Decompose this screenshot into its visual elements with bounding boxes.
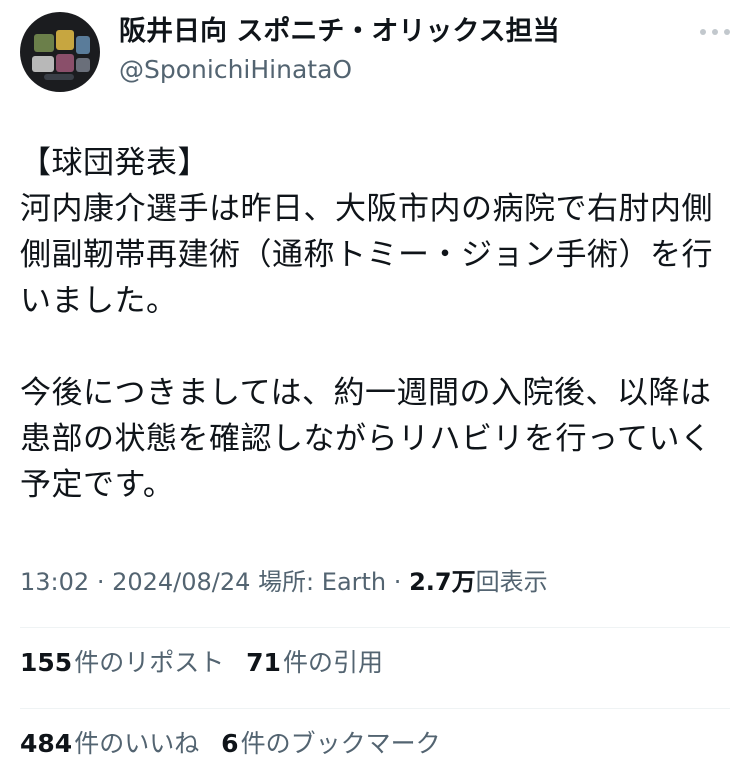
tweet-header: 阪井日向 スポニチ・オリックス担当 @SponichiHinataO	[20, 12, 730, 92]
author-info: 阪井日向 スポニチ・オリックス担当 @SponichiHinataO	[119, 14, 560, 88]
reposts-label: 件のリポスト	[74, 648, 225, 677]
avatar-card-5	[56, 54, 74, 72]
tweet-paragraph: 【球団発表】 河内康介選手は昨日、大阪市内の病院で右肘内側側副靭帯再建術（通称ト…	[20, 145, 713, 319]
quotes-stat[interactable]: 71件の引用	[246, 645, 383, 681]
avatar[interactable]	[20, 12, 100, 92]
divider	[20, 708, 730, 709]
avatar-card-7	[44, 74, 74, 80]
tweet-date[interactable]: 2024/08/24	[112, 568, 250, 596]
views-count: 2.7万	[409, 568, 476, 596]
tweet-text: 【球団発表】 河内康介選手は昨日、大阪市内の病院で右肘内側側副靭帯再建術（通称ト…	[20, 140, 720, 508]
tweet-time[interactable]: 13:02	[20, 568, 89, 596]
avatar-card-4	[32, 56, 54, 72]
avatar-card-6	[76, 58, 90, 72]
likes-count: 484	[20, 729, 73, 758]
avatar-card-3	[76, 36, 90, 54]
views-label: 回表示	[475, 568, 548, 596]
more-horizontal-icon[interactable]	[700, 28, 730, 36]
reposts-stat[interactable]: 155件のリポスト	[20, 645, 224, 681]
meta-separator: ·	[393, 568, 402, 596]
bookmarks-label: 件のブックマーク	[240, 729, 441, 758]
tweet-location: 場所: Earth	[258, 568, 387, 596]
author-display-name[interactable]: 阪井日向 スポニチ・オリックス担当	[119, 14, 560, 50]
avatar-card-1	[34, 34, 54, 52]
divider	[20, 627, 730, 628]
bookmarks-count: 6	[221, 729, 239, 758]
author-handle[interactable]: @SponichiHinataO	[119, 52, 560, 88]
engagement-row-2: 484件のいいね 6件のブックマーク	[20, 726, 455, 762]
likes-label: 件のいいね	[74, 729, 200, 758]
avatar-card-2	[56, 30, 74, 50]
quotes-label: 件の引用	[282, 648, 383, 677]
meta-separator: ·	[96, 568, 105, 596]
tweet-meta: 13:02 · 2024/08/24 場所: Earth · 2.7万回表示	[20, 564, 548, 600]
tweet-paragraph: 今後につきましては、約一週間の入院後、以降は患部の状態を確認しながらリハビリを行…	[20, 375, 712, 503]
engagement-row-1: 155件のリポスト 71件の引用	[20, 645, 397, 681]
reposts-count: 155	[20, 648, 73, 677]
quotes-count: 71	[246, 648, 281, 677]
bookmarks-stat[interactable]: 6件のブックマーク	[221, 726, 440, 762]
likes-stat[interactable]: 484件のいいね	[20, 726, 199, 762]
